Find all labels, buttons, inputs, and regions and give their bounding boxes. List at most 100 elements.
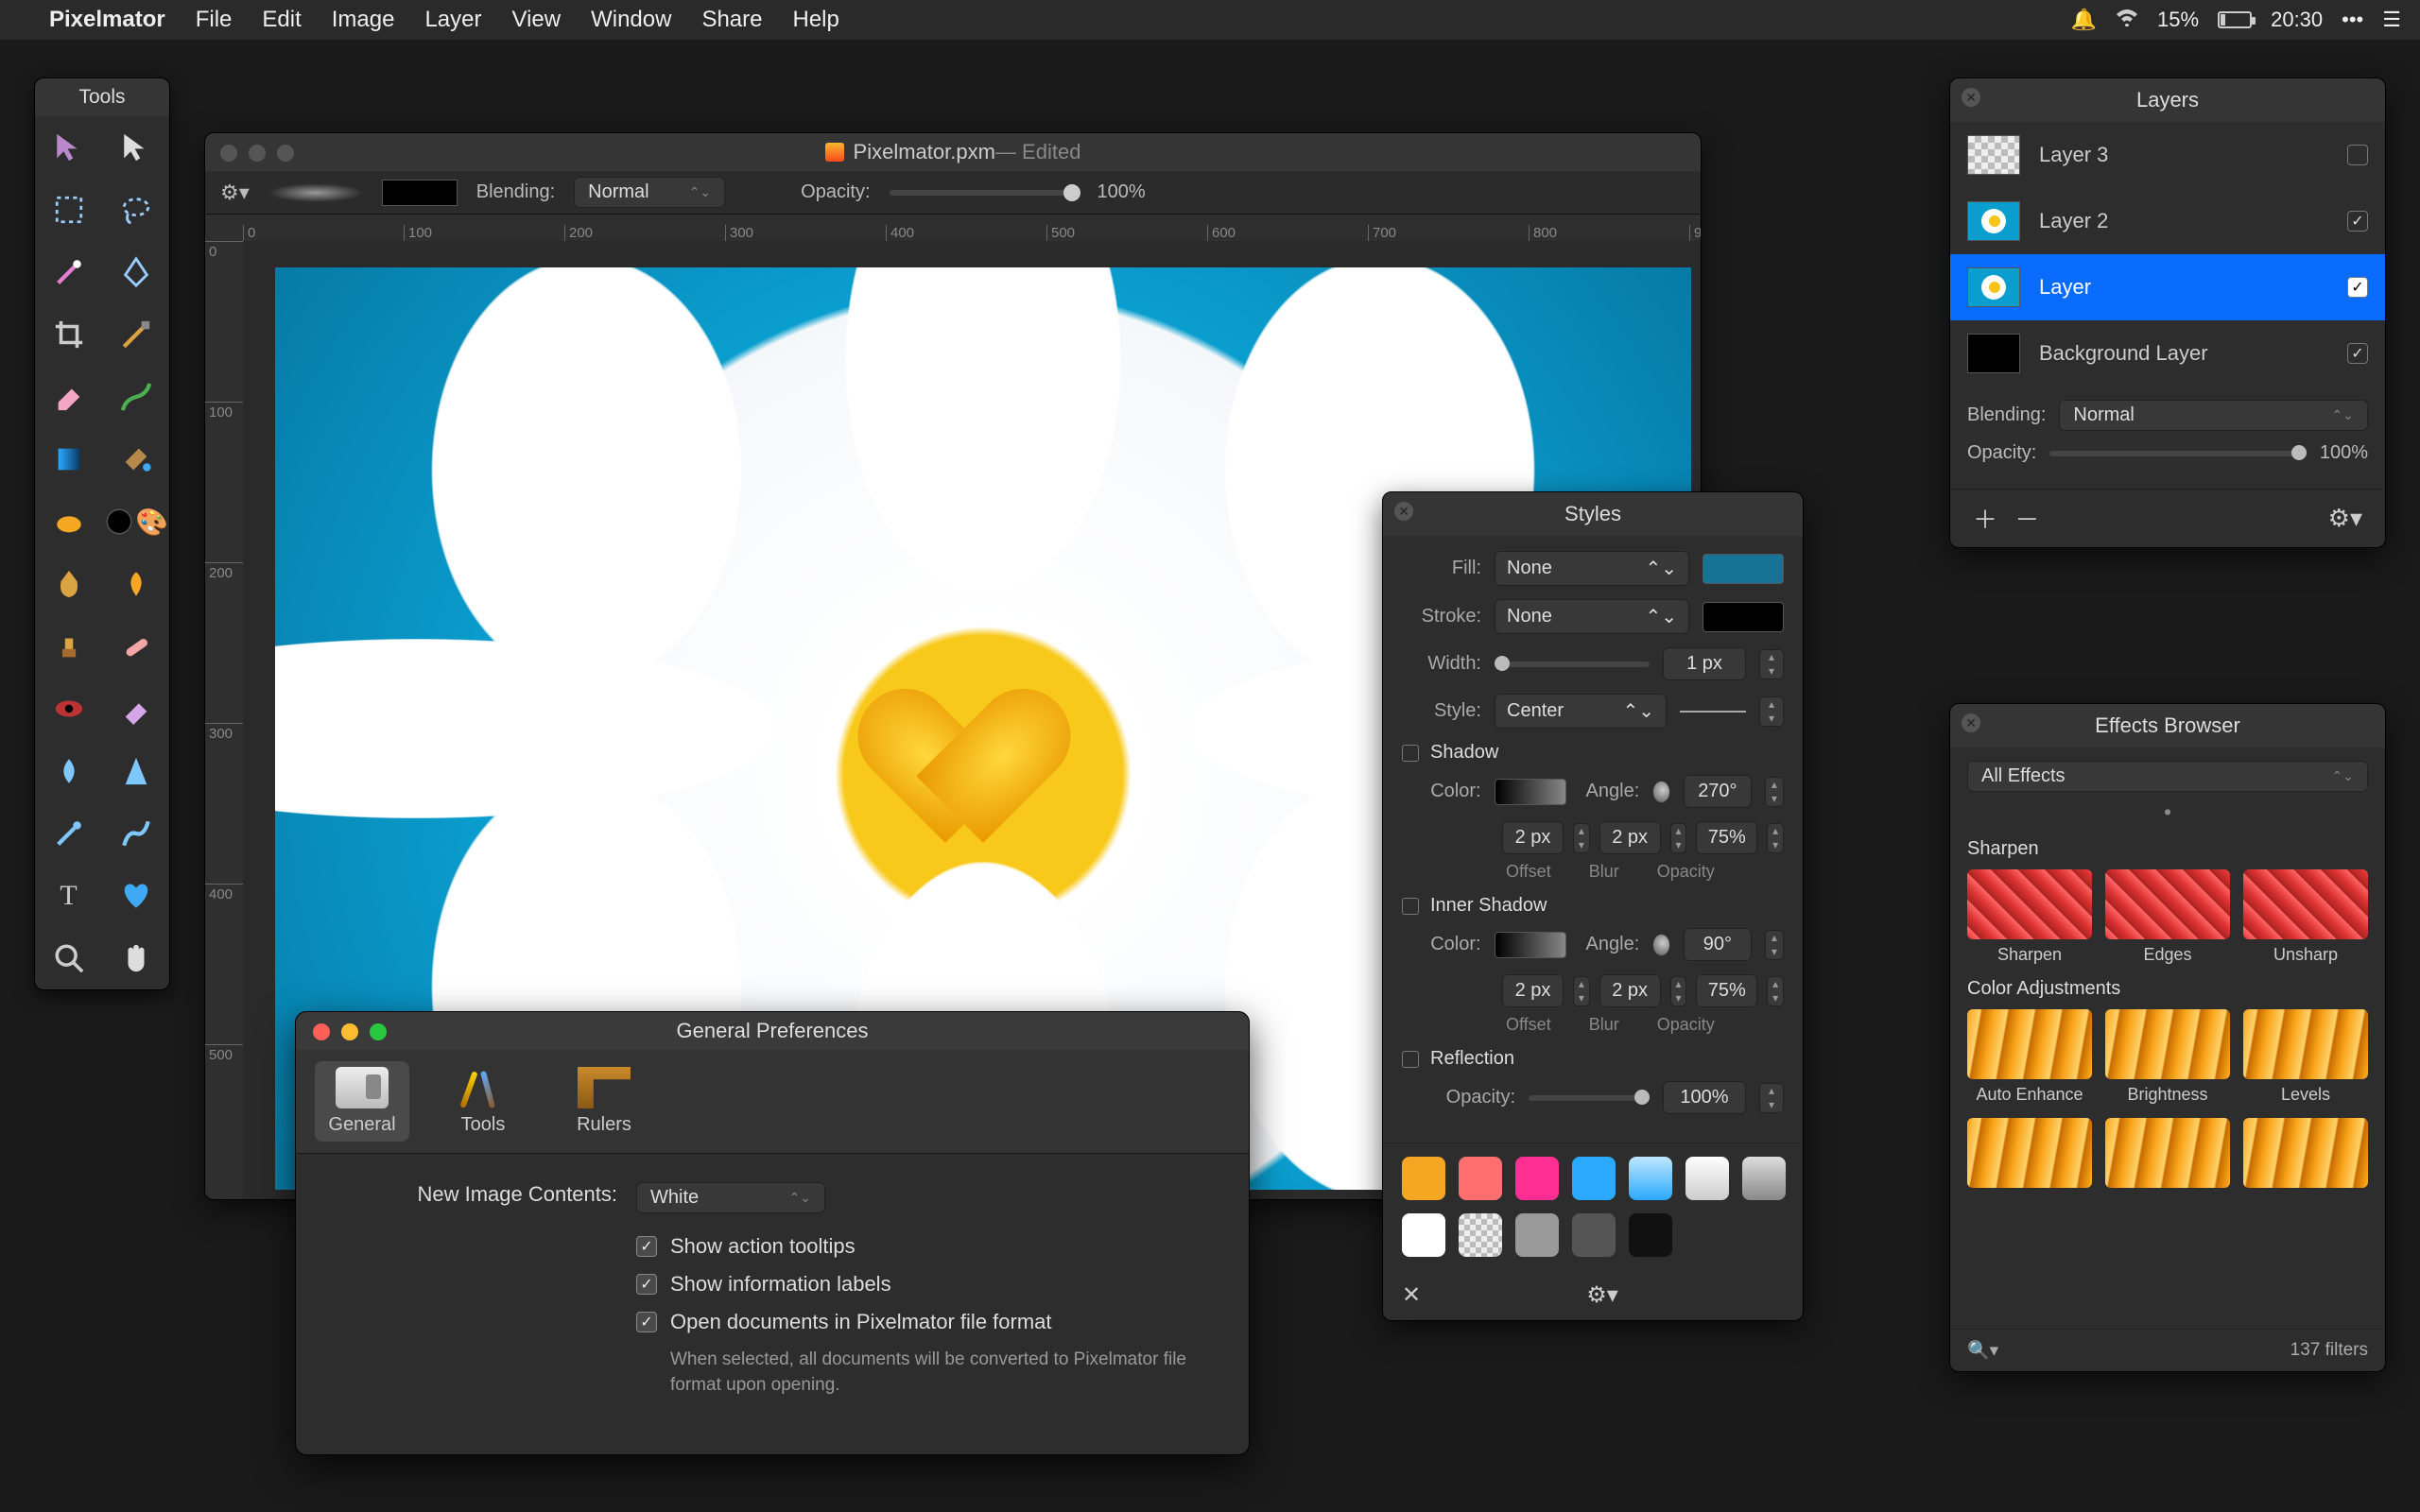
tooltips-checkbox[interactable]: ✓ [636,1236,657,1257]
effect-item[interactable]: Edges [2105,869,2230,965]
warp-tool[interactable] [35,490,102,553]
add-layer-button[interactable]: ＋ [1967,506,2003,534]
stroke-color-well[interactable] [1703,602,1784,632]
shadow-color-well[interactable] [1495,779,1566,805]
swatch[interactable] [1459,1157,1502,1200]
reflection-slider[interactable] [1529,1095,1650,1101]
layer-row[interactable]: Background Layer ✓ [1950,320,2385,387]
overflow-icon[interactable]: ••• [2342,8,2363,32]
wand-tool[interactable] [35,241,102,303]
layer-row-selected[interactable]: Layer ✓ [1950,254,2385,320]
marquee-tool[interactable] [35,179,102,241]
menu-file[interactable]: File [196,7,233,33]
heal-tool[interactable] [102,615,169,678]
zoom-tool[interactable] [35,927,102,989]
swatch[interactable] [1402,1157,1445,1200]
fill-select[interactable]: None⌃⌄ [1495,551,1689,586]
menu-help[interactable]: Help [793,7,839,33]
layer-blending-select[interactable]: Normal⌃⌄ [2059,400,2368,431]
blending-select[interactable]: Normal⌃⌄ [574,177,725,208]
crop-tool[interactable] [35,303,102,366]
shape-eraser-tool[interactable] [102,678,169,740]
red-eye-tool[interactable] [35,678,102,740]
window-controls[interactable] [313,1023,387,1040]
notification-icon[interactable]: 🔔 [2071,8,2097,32]
swatch[interactable] [1572,1157,1616,1200]
prefs-tab-tools[interactable]: Tools [436,1061,530,1142]
layer-row[interactable]: Layer 2 ✓ [1950,188,2385,254]
text-tool[interactable]: T [35,865,102,927]
reflection-checkbox[interactable] [1402,1051,1419,1068]
swatch[interactable] [1515,1157,1559,1200]
effect-item[interactable] [2105,1118,2230,1194]
effect-item[interactable]: Sharpen [1967,869,2092,965]
visibility-checkbox[interactable]: ✓ [2347,211,2368,232]
swatch[interactable] [1515,1213,1559,1257]
effect-item[interactable]: Unsharp [2243,869,2368,965]
visibility-checkbox[interactable] [2347,145,2368,165]
pixel-tool[interactable] [102,802,169,865]
angle-dial[interactable] [1652,781,1670,803]
menu-edit[interactable]: Edit [262,7,301,33]
delete-style-button[interactable]: ✕ [1402,1281,1421,1309]
inner-shadow-checkbox[interactable] [1402,898,1419,915]
hand-tool[interactable] [102,927,169,989]
menu-share[interactable]: Share [701,7,762,33]
stroke-width-slider[interactable] [1495,662,1650,667]
stroke-style-select[interactable]: Center⌃⌄ [1495,694,1667,729]
arrow-tool[interactable] [102,116,169,179]
close-icon[interactable]: ✕ [1962,713,1980,732]
stroke-width-input[interactable]: 1 px [1663,647,1746,680]
opacity-slider[interactable] [890,190,1079,196]
stepper[interactable]: ▴▾ [1765,777,1784,807]
swatch[interactable] [1629,1157,1672,1200]
effect-item[interactable]: Auto Enhance [1967,1009,2092,1105]
brush-tool[interactable] [102,366,169,428]
swatch[interactable] [1742,1157,1786,1200]
style-gear-icon[interactable]: ⚙︎▾ [1586,1281,1618,1309]
effect-item[interactable]: Brightness [2105,1009,2230,1105]
swatch[interactable] [1402,1213,1445,1257]
stroke-select[interactable]: None⌃⌄ [1495,599,1689,634]
canvas-titlebar[interactable]: Pixelmator.pxm — Edited [205,133,1701,171]
window-controls[interactable] [220,145,294,162]
layer-options-gear-icon[interactable]: ⚙︎▾ [2323,504,2368,533]
minimize-button[interactable] [341,1023,358,1040]
close-icon[interactable]: ✕ [1962,88,1980,107]
angle-dial[interactable] [1652,934,1670,956]
battery-icon[interactable] [2218,11,2252,28]
effect-item[interactable] [1967,1118,2092,1194]
pen-tool[interactable] [102,241,169,303]
swatch[interactable] [1459,1213,1502,1257]
effects-filter-select[interactable]: All Effects⌃⌄ [1967,761,2368,792]
stepper[interactable]: ▴▾ [1759,696,1784,727]
open-pxm-checkbox[interactable]: ✓ [636,1312,657,1332]
shape-tool[interactable] [102,865,169,927]
swatch[interactable] [1685,1157,1729,1200]
effect-item[interactable] [2243,1118,2368,1194]
fill-color-well[interactable] [1703,554,1784,584]
blur-tool[interactable] [35,740,102,802]
list-icon[interactable]: ☰ [2382,8,2401,32]
layer-row[interactable]: Layer 3 [1950,122,2385,188]
swatch[interactable] [1572,1213,1616,1257]
sharpen-tool[interactable] [102,740,169,802]
swatch[interactable] [1629,1213,1672,1257]
paint-bucket-tool[interactable] [102,428,169,490]
menu-window[interactable]: Window [591,7,671,33]
smudge-tool[interactable] [35,553,102,615]
shadow-angle-input[interactable]: 270° [1684,775,1752,808]
visibility-checkbox[interactable]: ✓ [2347,343,2368,364]
visibility-checkbox[interactable]: ✓ [2347,277,2368,298]
move-tool[interactable] [35,116,102,179]
brush-color-swatch[interactable] [382,180,458,206]
eyedropper-tool[interactable] [35,802,102,865]
slice-tool[interactable] [102,303,169,366]
effect-item[interactable]: Levels [2243,1009,2368,1105]
stepper[interactable]: ▴▾ [1759,649,1784,679]
info-labels-checkbox[interactable]: ✓ [636,1274,657,1295]
zoom-button[interactable] [370,1023,387,1040]
prefs-tab-general[interactable]: General [315,1061,409,1142]
menu-image[interactable]: Image [332,7,395,33]
eraser-tool[interactable] [35,366,102,428]
